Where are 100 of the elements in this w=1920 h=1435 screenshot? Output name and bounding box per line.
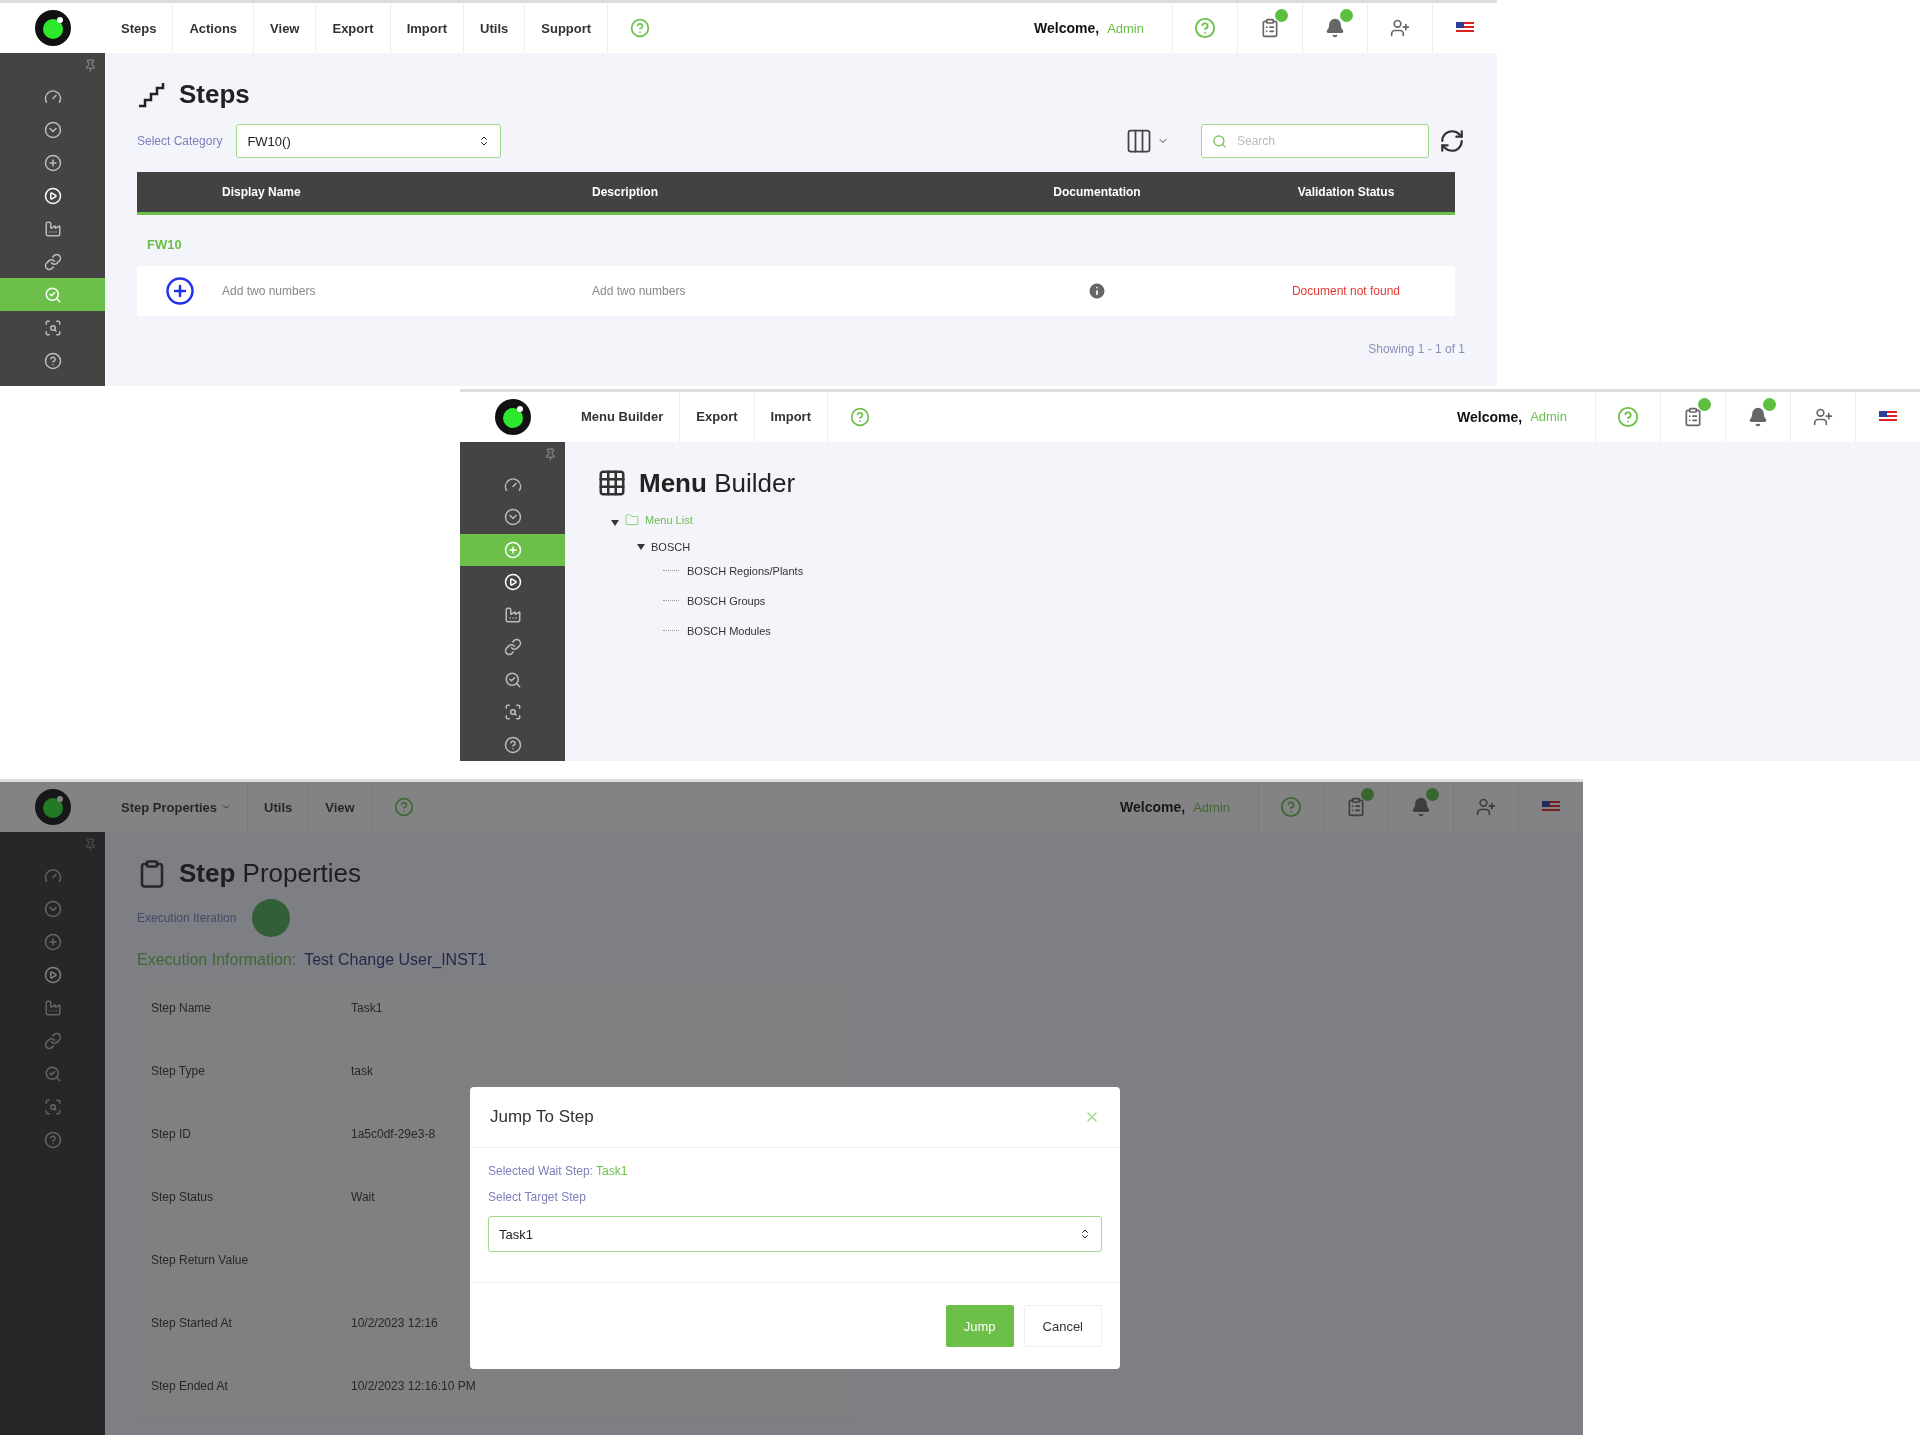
menu-item[interactable]: Utils bbox=[464, 3, 526, 53]
sidebar-icon bbox=[43, 285, 62, 304]
badge-dot bbox=[1361, 788, 1374, 802]
tree-item[interactable]: BOSCH Modules bbox=[687, 624, 771, 637]
logo-icon bbox=[32, 787, 73, 828]
search-icon bbox=[1212, 133, 1227, 149]
user-icon bbox=[1476, 797, 1496, 818]
logo-icon bbox=[492, 396, 533, 437]
bell-icon bbox=[1748, 406, 1768, 427]
pin-icon bbox=[84, 838, 97, 852]
property-value: Task1 bbox=[351, 1001, 383, 1016]
table-cell-text: Document not found bbox=[1290, 284, 1402, 298]
badge-dot bbox=[1340, 9, 1353, 22]
pin-icon bbox=[84, 59, 97, 72]
menu-item[interactable]: Actions bbox=[173, 3, 255, 53]
target-step-select[interactable]: Task1 bbox=[488, 1216, 1102, 1253]
sidebar-icon bbox=[43, 120, 62, 139]
sidebar-icon bbox=[503, 540, 522, 559]
sidebar-icon bbox=[43, 252, 62, 271]
sidebar-icon bbox=[43, 351, 62, 370]
welcome-text: Welcome, bbox=[1457, 407, 1524, 427]
property-value: 10/2/2023 12:16 bbox=[351, 1316, 438, 1331]
menu-item[interactable]: Import bbox=[390, 3, 465, 53]
user-name: Admin bbox=[1530, 408, 1568, 427]
add-icon[interactable] bbox=[164, 276, 195, 306]
help-icon bbox=[1617, 405, 1639, 428]
sidebar-icon bbox=[43, 87, 62, 106]
user-icon bbox=[1813, 406, 1833, 427]
menu-item[interactable]: View bbox=[309, 782, 372, 833]
sidebar-icon bbox=[43, 153, 62, 172]
user-name: Admin bbox=[1193, 798, 1231, 817]
sidebar-icon bbox=[43, 1064, 62, 1083]
clipboard-icon bbox=[1260, 18, 1280, 38]
menu-item[interactable]: Step Properties bbox=[105, 782, 249, 833]
property-label: Step Type bbox=[151, 1064, 206, 1079]
grid-icon bbox=[597, 468, 627, 499]
column-header: Documentation bbox=[1052, 185, 1142, 199]
tree-item[interactable]: BOSCH Regions/Plants bbox=[687, 564, 804, 577]
menu-item[interactable]: View bbox=[254, 3, 317, 53]
user-icon bbox=[1390, 18, 1410, 38]
sidebar-icon bbox=[43, 219, 62, 238]
column-header: Display Name bbox=[222, 185, 302, 199]
pagination-text: Showing 1 - 1 of 1 bbox=[1367, 342, 1465, 356]
property-label: Step Ended At bbox=[151, 1379, 229, 1394]
selected-step-text: Selected Wait Step: Task1 bbox=[488, 1164, 629, 1179]
info-icon[interactable] bbox=[1087, 281, 1107, 301]
iteration-button[interactable] bbox=[252, 899, 291, 938]
property-label: Step Status bbox=[151, 1190, 215, 1205]
sidebar-icon bbox=[43, 1031, 62, 1050]
search-box[interactable]: Search bbox=[1201, 124, 1429, 158]
badge-dot bbox=[1275, 9, 1288, 22]
sidebar-item[interactable] bbox=[460, 533, 565, 567]
menu-item[interactable]: Support bbox=[525, 3, 609, 53]
category-select[interactable]: FW10() bbox=[236, 124, 502, 158]
sidebar-icon bbox=[503, 638, 522, 657]
help-icon bbox=[1280, 796, 1302, 819]
collapse-icon[interactable] bbox=[637, 542, 645, 551]
logo-icon bbox=[32, 8, 73, 48]
pin-icon bbox=[544, 447, 557, 461]
help-icon bbox=[1194, 17, 1216, 39]
collapse-icon[interactable] bbox=[611, 518, 619, 527]
property-label: Step Started At bbox=[151, 1316, 233, 1331]
cancel-button[interactable]: Cancel bbox=[1023, 1305, 1102, 1348]
menu-item[interactable]: Utils bbox=[248, 782, 310, 833]
sidebar-icon bbox=[43, 318, 62, 337]
field-label: Select Target Step bbox=[488, 1190, 587, 1205]
menu-item[interactable]: Export bbox=[680, 391, 755, 442]
page-title: Step Properties bbox=[179, 858, 362, 890]
clipboard-icon bbox=[1683, 406, 1703, 427]
welcome-text: Welcome, bbox=[1120, 798, 1187, 818]
bell-icon bbox=[1411, 797, 1431, 818]
tree-item[interactable]: BOSCH bbox=[651, 540, 691, 553]
welcome-text: Welcome, bbox=[1034, 19, 1101, 38]
sidebar-icon bbox=[43, 998, 62, 1017]
property-value: 1a5c0df-29e3-8 bbox=[351, 1127, 436, 1142]
sidebar-icon bbox=[43, 1130, 62, 1149]
sidebar-icon bbox=[43, 932, 62, 951]
menu-item[interactable]: Export bbox=[316, 3, 391, 53]
menu-item[interactable]: Import bbox=[754, 391, 828, 442]
column-header: Validation Status bbox=[1296, 185, 1396, 199]
search-field[interactable]: Search bbox=[1237, 125, 1418, 157]
dialog-title: Jump To Step bbox=[490, 1107, 594, 1128]
refresh-icon[interactable] bbox=[1439, 128, 1465, 154]
sidebar-icon bbox=[43, 899, 62, 918]
menu-item[interactable]: Steps bbox=[105, 3, 174, 53]
sidebar-icon bbox=[43, 1097, 62, 1116]
tree-item[interactable]: BOSCH Groups bbox=[687, 594, 766, 607]
menu-item[interactable]: Menu Builder bbox=[565, 391, 681, 442]
sidebar-icon bbox=[503, 703, 522, 722]
folder-icon bbox=[625, 512, 639, 527]
section-label: Execution Information: bbox=[137, 951, 297, 970]
sidebar-icon bbox=[43, 965, 62, 984]
columns-icon[interactable] bbox=[1125, 127, 1153, 155]
field-label: Select Category bbox=[137, 134, 223, 148]
sidebar-icon bbox=[503, 573, 522, 592]
section-value: Test Change User_INST1 bbox=[304, 951, 487, 970]
column-header: Description bbox=[592, 185, 659, 199]
flag-icon bbox=[1456, 22, 1474, 34]
page-title: Menu Builder bbox=[639, 467, 796, 499]
user-name: Admin bbox=[1107, 19, 1145, 38]
